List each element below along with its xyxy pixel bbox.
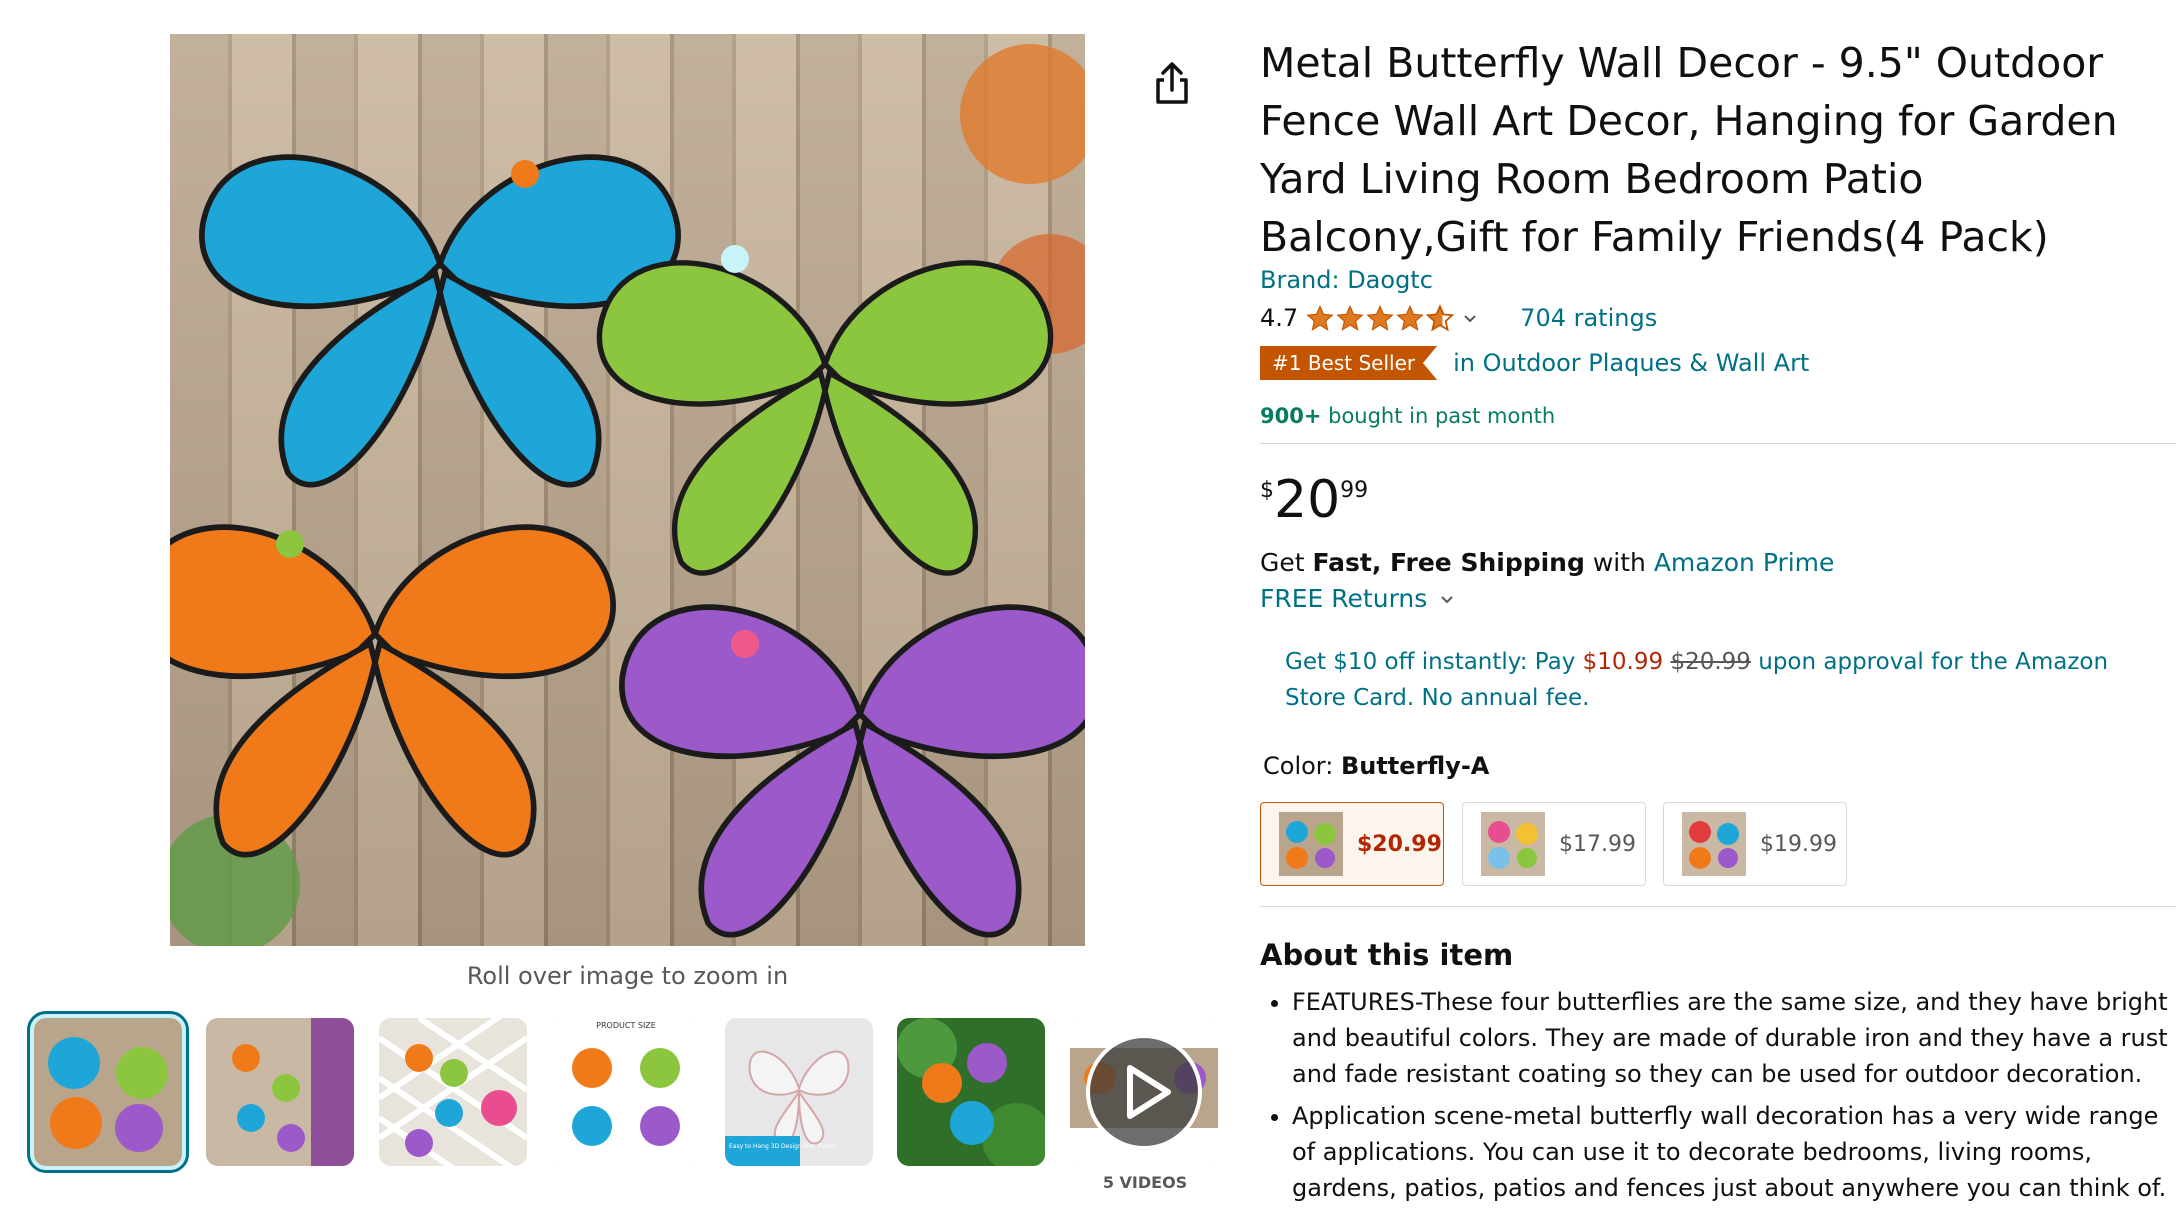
price-whole: 20 <box>1274 470 1341 530</box>
thumbnail-3[interactable] <box>379 1018 527 1166</box>
shipping-prefix: Get <box>1260 548 1313 577</box>
swatch-image <box>1682 812 1746 876</box>
thumbnail-6[interactable] <box>897 1018 1045 1166</box>
rating-value: 4.7 <box>1260 304 1299 332</box>
divider <box>1260 906 2176 907</box>
star-full-icon <box>1396 304 1424 331</box>
bought-count: 900+ <box>1260 404 1322 428</box>
price-symbol: $ <box>1260 478 1274 503</box>
bestseller-category-link[interactable]: in Outdoor Plaques & Wall Art <box>1453 349 1809 377</box>
swatch-price: $19.99 <box>1760 831 1837 857</box>
prime-link[interactable]: Amazon Prime <box>1654 548 1835 577</box>
product-title: Metal Butterfly Wall Decor - 9.5" Outdoo… <box>1260 39 2118 261</box>
star-half-icon <box>1426 304 1455 332</box>
divider <box>1260 443 2176 444</box>
chevron-down-icon[interactable] <box>1462 310 1478 326</box>
star-full-icon <box>1336 304 1364 331</box>
play-icon <box>1086 1034 1202 1150</box>
shipping-middle: with <box>1584 548 1654 577</box>
video-thumbnail[interactable] <box>1070 1018 1218 1166</box>
videos-count-label[interactable]: 5 VIDEOS <box>1070 1173 1220 1192</box>
chevron-down-icon[interactable] <box>1439 591 1455 607</box>
offer-old-price: $20.99 <box>1670 649 1751 675</box>
color-swatch-butterfly-a[interactable]: $20.99 <box>1260 802 1444 886</box>
color-swatch-3[interactable]: $19.99 <box>1663 802 1847 886</box>
bestseller-row: #1 Best Seller in Outdoor Plaques & Wall… <box>1260 346 1809 380</box>
star-full-icon <box>1306 304 1334 331</box>
free-returns[interactable]: FREE Returns <box>1260 584 1455 613</box>
star-full-icon <box>1366 304 1394 331</box>
about-title: About this item <box>1260 938 1514 972</box>
share-icon[interactable] <box>1154 60 1190 106</box>
bought-past-month: 900+ bought in past month <box>1260 404 1555 428</box>
shipping-bold: Fast, Free Shipping <box>1312 548 1585 577</box>
shipping-info: Get Fast, Free Shipping with Amazon Prim… <box>1260 548 1834 577</box>
butterflies-illustration <box>170 44 1085 946</box>
brand-link[interactable]: Brand: Daogtc <box>1260 266 1433 294</box>
price-fraction: 99 <box>1340 478 1369 503</box>
star-rating[interactable] <box>1306 304 1455 332</box>
about-bullet: Application scene-metal butterfly wall d… <box>1292 1098 2176 1206</box>
bestseller-badge[interactable]: #1 Best Seller <box>1260 346 1438 380</box>
thumb-caption: Easy to Hang 3D Design Non Planar <box>729 1143 837 1150</box>
swatch-price: $20.99 <box>1357 831 1442 857</box>
offer-text-1: Get $10 off instantly: Pay <box>1285 649 1583 675</box>
thumbnail-4[interactable]: PRODUCT SIZE <box>552 1018 700 1166</box>
thumb-caption: PRODUCT SIZE <box>596 1021 656 1030</box>
ratings-count-link[interactable]: 704 ratings <box>1520 304 1657 332</box>
thumbnail-2[interactable] <box>206 1018 354 1166</box>
free-returns-label[interactable]: FREE Returns <box>1260 584 1427 613</box>
offer-new-price: $10.99 <box>1582 649 1664 675</box>
price: $ 20 99 <box>1260 470 1368 530</box>
color-label-prefix: Color: <box>1263 752 1341 780</box>
color-selected: Butterfly-A <box>1340 752 1490 780</box>
zoom-hint: Roll over image to zoom in <box>466 962 789 990</box>
store-card-offer[interactable]: Get $10 off instantly: Pay $10.99 $20.99… <box>1285 644 2165 716</box>
color-swatch-2[interactable]: $17.99 <box>1462 802 1646 886</box>
bought-text: bought in past month <box>1321 404 1556 428</box>
swatch-image <box>1279 812 1343 876</box>
thumbnail-5[interactable]: Easy to Hang 3D Design Non Planar <box>725 1018 873 1166</box>
rating-row: 4.7 704 ratings <box>1260 300 1657 336</box>
swatch-image <box>1481 812 1545 876</box>
about-bullets: FEATURES-These four butterflies are the … <box>1260 984 2176 1212</box>
swatch-price: $17.99 <box>1559 831 1636 857</box>
color-label: Color: Butterfly-A <box>1263 752 1489 780</box>
main-product-image[interactable] <box>170 34 1085 946</box>
thumbnail-1[interactable] <box>27 1011 189 1173</box>
about-bullet: FEATURES-These four butterflies are the … <box>1292 984 2176 1092</box>
